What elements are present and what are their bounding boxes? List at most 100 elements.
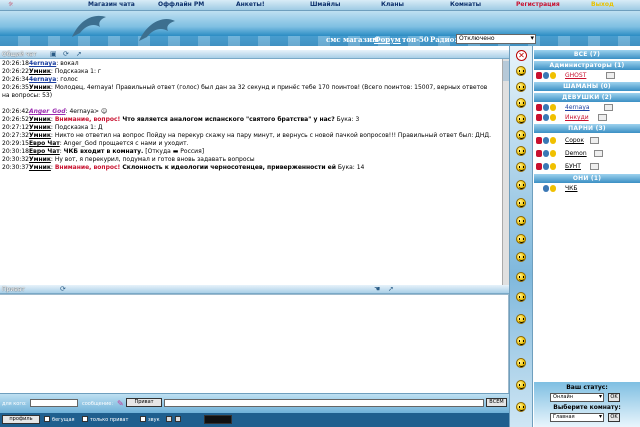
private-only-label: только приват <box>90 417 129 423</box>
sound-checkbox[interactable] <box>140 416 146 422</box>
message-nick[interactable]: Евро Чат <box>29 140 60 147</box>
smiley-icon[interactable] <box>516 252 526 262</box>
private-button[interactable]: Приват <box>126 398 162 407</box>
refresh-icon[interactable]: ⟳ <box>60 285 66 293</box>
user-row[interactable]: Сорок <box>534 136 640 146</box>
user-name[interactable]: БУНТ <box>565 162 581 172</box>
user-name[interactable]: 4ernaya <box>565 103 590 113</box>
smiley-icon[interactable] <box>516 402 526 412</box>
message-time: 20:29:15 <box>2 140 29 147</box>
nav-smiles[interactable]: Шмайлы <box>310 1 340 8</box>
message-nick[interactable]: Умник <box>29 164 51 171</box>
send-all-button[interactable]: ВСЕМ <box>486 398 507 407</box>
user-row[interactable]: GHOST <box>534 71 640 81</box>
user-row[interactable]: Demon <box>534 149 640 159</box>
nav-shop[interactable]: Магазин чата <box>88 1 135 8</box>
user-row[interactable]: ЧКБ <box>534 184 640 194</box>
color-picker[interactable] <box>204 415 232 424</box>
smiley-icon[interactable] <box>516 82 526 92</box>
message-nick[interactable]: Умник <box>29 116 51 123</box>
smiley-icon[interactable] <box>516 292 526 302</box>
smiley-icon[interactable] <box>516 114 526 124</box>
user-name[interactable]: Инкуди <box>565 113 589 123</box>
nav-exit[interactable]: Выход <box>591 1 614 8</box>
message-nick[interactable]: Умник <box>29 132 51 139</box>
status-ok-button[interactable]: OK <box>608 393 620 402</box>
chat-header-label: Общий чат <box>2 51 37 58</box>
arrow-icon[interactable]: ➚ <box>388 285 394 293</box>
message-nick[interactable]: 4ernaya <box>29 76 56 83</box>
group-they[interactable]: ОНИ (1) <box>534 174 640 183</box>
flag-icon <box>606 72 615 79</box>
running-text-checkbox[interactable] <box>44 416 50 422</box>
smiley-icon[interactable] <box>516 380 526 390</box>
smiley-icon[interactable] <box>516 146 526 156</box>
smiley-icon[interactable] <box>516 198 526 208</box>
smiley-icon[interactable] <box>516 216 526 226</box>
user-row[interactable]: Инкуди <box>534 113 640 123</box>
smiley-icon[interactable] <box>516 162 526 172</box>
smiley-icon[interactable] <box>516 336 526 346</box>
message-input[interactable] <box>164 399 484 407</box>
pencil-icon[interactable]: ✎ <box>117 399 124 408</box>
room-ok-button[interactable]: OK <box>608 413 620 422</box>
message-nick[interactable]: Умник <box>29 124 51 131</box>
nav-rooms[interactable]: Комнаты <box>450 1 481 8</box>
chat-message: 20:26:42Anger_God: 4ernaya> ☺ <box>2 108 506 116</box>
smiley-icon[interactable] <box>516 66 526 76</box>
user-name[interactable]: Сорок <box>565 136 584 146</box>
smiley-icon[interactable] <box>516 358 526 368</box>
room-select[interactable]: Главная <box>550 413 604 422</box>
message-nick[interactable]: Умник <box>29 84 51 91</box>
smiley-icon[interactable] <box>516 98 526 108</box>
status-select[interactable]: Онлайн <box>550 393 604 402</box>
user-name[interactable]: ЧКБ <box>565 184 578 194</box>
close-icon[interactable]: ✕ <box>516 50 527 61</box>
group-guys[interactable]: ПАРНИ (3) <box>534 124 640 133</box>
message-nick[interactable]: Умник <box>29 156 51 163</box>
message-nick[interactable]: Anger_God <box>29 108 66 115</box>
clear-icon[interactable]: ⟳ <box>63 50 69 58</box>
save-icon[interactable]: ▣ <box>50 50 57 58</box>
group-all[interactable]: ВСЕ (7) <box>534 50 640 59</box>
hand-icon[interactable]: ☚ <box>374 285 380 293</box>
nav-register[interactable]: Регистрация <box>516 1 560 8</box>
arrow-icon[interactable]: ➚ <box>76 50 82 58</box>
user-name[interactable]: Demon <box>565 149 587 159</box>
smiley-icon[interactable] <box>516 272 526 282</box>
user-row[interactable]: БУНТ <box>534 162 640 172</box>
smiley-icon[interactable] <box>516 314 526 324</box>
private-log <box>0 294 509 393</box>
radio-select[interactable]: Отключено <box>456 34 536 44</box>
nav-offline-pm[interactable]: Оффлайн РМ <box>158 1 204 8</box>
recipient-input[interactable] <box>30 399 78 407</box>
bold-checkbox[interactable] <box>166 416 172 422</box>
group-girls[interactable]: ДЕВУШКИ (2) <box>534 93 640 102</box>
nav-profiles[interactable]: Анкеты! <box>236 1 265 8</box>
message-nick[interactable]: Умник <box>29 68 51 75</box>
top50-link[interactable]: топ-50 <box>402 35 429 44</box>
message-label: сообщение: <box>82 401 114 407</box>
chat-scrollbar[interactable] <box>502 59 509 285</box>
user-row[interactable]: 4ernaya <box>534 103 640 113</box>
group-admins[interactable]: Администраторы (1) <box>534 61 640 70</box>
sms-shop-link[interactable]: смс магазин <box>326 35 377 44</box>
message-nick[interactable]: 4ernaya <box>29 60 56 67</box>
top-nav: ☼ Магазин чата Оффлайн РМ Анкеты! Шмайлы… <box>0 0 640 11</box>
italic-checkbox[interactable] <box>175 416 181 422</box>
message-alert: Внимание, вопрос! <box>54 164 121 171</box>
user-name[interactable]: GHOST <box>565 71 586 81</box>
private-only-checkbox[interactable] <box>82 416 88 422</box>
message-text: : Молодец, 4ernaya! Правильный ответ (го… <box>50 84 488 91</box>
message-text: : вокал <box>56 60 79 67</box>
info-icon <box>543 104 549 111</box>
profile-button[interactable]: профиль <box>2 415 40 424</box>
forum-link[interactable]: Форум <box>374 35 401 44</box>
group-shamans[interactable]: ШАМАНЫ (0) <box>534 82 640 91</box>
message-nick[interactable]: Евро Чат <box>29 148 60 155</box>
flag-icon <box>604 104 613 111</box>
nav-clans[interactable]: Кланы <box>381 1 404 8</box>
smiley-icon[interactable] <box>516 130 526 140</box>
smiley-icon[interactable] <box>516 234 526 244</box>
smiley-icon[interactable] <box>516 180 526 190</box>
